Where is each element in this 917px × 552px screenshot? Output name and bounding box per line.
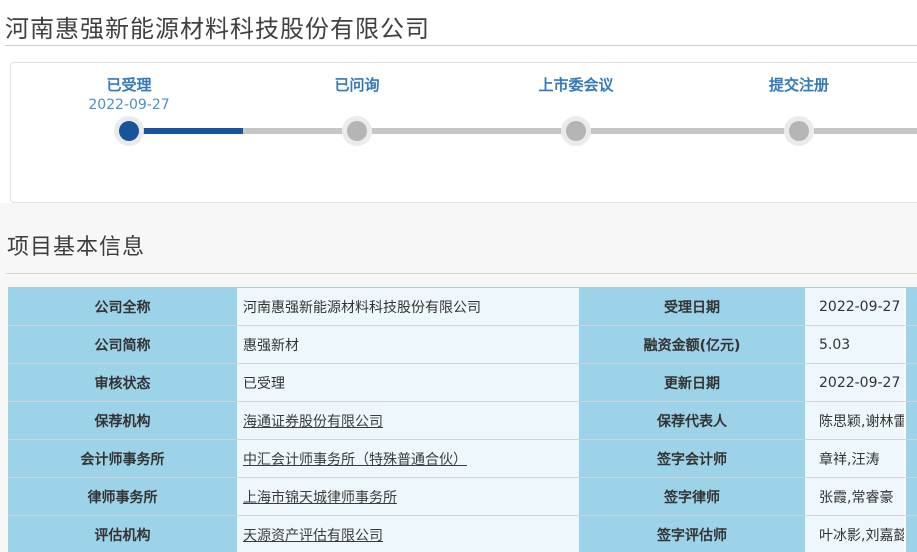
row-label-2-text: 受理日期 — [664, 297, 720, 317]
row-value-2: 2022-09-27 — [805, 364, 904, 401]
org-link[interactable]: 天源资产评估有限公司 — [243, 525, 383, 545]
row-label-2-text: 更新日期 — [664, 373, 720, 393]
cell-strip — [906, 440, 917, 477]
table-row: 评估机构 天源资产评估有限公司 签字评估师 叶冰影,刘嘉懿 — [8, 516, 917, 552]
timeline-stage: 已问询 — [277, 75, 437, 95]
row-label-2: 保荐代表人 — [579, 402, 805, 439]
row-label: 公司全称 — [8, 288, 237, 325]
section-divider — [6, 273, 917, 274]
row-value: 已受理 — [237, 364, 579, 401]
row-label-text: 公司简称 — [95, 335, 151, 355]
stage-dot — [119, 121, 139, 141]
org-link[interactable]: 上海市锦天城律师事务所 — [243, 487, 397, 507]
row-label-2-text: 融资金额(亿元) — [644, 335, 741, 355]
table-row: 公司全称 河南惠强新能源材料科技股份有限公司 受理日期 2022-09-27 — [8, 288, 917, 326]
row-label: 公司简称 — [8, 326, 237, 363]
row-value: 天源资产评估有限公司 — [237, 516, 579, 552]
timeline-stage: 上市委会议 — [496, 75, 656, 95]
cell-strip — [906, 402, 917, 439]
row-value-2: 张霞,常睿豪 — [805, 478, 904, 515]
stage-dot — [347, 121, 367, 141]
row-value-2: 5.03 — [805, 326, 904, 363]
row-value-2: 2022-09-27 — [805, 288, 904, 325]
row-label: 评估机构 — [8, 516, 237, 552]
row-value-text: 惠强新材 — [243, 335, 299, 355]
row-label-2: 签字会计师 — [579, 440, 805, 477]
row-value: 河南惠强新能源材料科技股份有限公司 — [237, 288, 579, 325]
timeline-track-active — [129, 128, 243, 134]
table-row: 会计师事务所 中汇会计师事务所（特殊普通合伙） 签字会计师 章祥,汪涛 — [8, 440, 917, 478]
row-label: 律师事务所 — [8, 478, 237, 515]
row-label-text: 评估机构 — [95, 525, 151, 545]
row-value-2-text: 5.03 — [819, 337, 850, 353]
row-label-text: 公司全称 — [95, 297, 151, 317]
row-label-2: 签字评估师 — [579, 516, 805, 552]
row-value: 中汇会计师事务所（特殊普通合伙） — [237, 440, 579, 477]
row-label: 审核状态 — [8, 364, 237, 401]
cell-strip — [906, 326, 917, 363]
row-label-2-text: 签字律师 — [664, 487, 720, 507]
row-label-2-text: 签字会计师 — [657, 449, 727, 469]
row-value-2-text: 陈思颖,谢林雷 — [819, 411, 907, 431]
row-value-2-text: 叶冰影,刘嘉懿 — [819, 525, 907, 545]
row-value-2-text: 2022-09-27 — [819, 299, 900, 315]
row-value-text: 河南惠强新能源材料科技股份有限公司 — [243, 297, 481, 317]
org-link[interactable]: 海通证券股份有限公司 — [243, 411, 383, 431]
row-label-2: 更新日期 — [579, 364, 805, 401]
row-value-2: 章祥,汪涛 — [805, 440, 904, 477]
table-row: 律师事务所 上海市锦天城律师事务所 签字律师 张霞,常睿豪 — [8, 478, 917, 516]
row-label-text: 会计师事务所 — [81, 449, 165, 469]
row-label-text: 保荐机构 — [95, 411, 151, 431]
row-value: 海通证券股份有限公司 — [237, 402, 579, 439]
row-label-2: 签字律师 — [579, 478, 805, 515]
row-label-2: 受理日期 — [579, 288, 805, 325]
stage-dot — [789, 121, 809, 141]
table-row: 审核状态 已受理 更新日期 2022-09-27 — [8, 364, 917, 402]
stage-label: 上市委会议 — [496, 75, 656, 95]
page-title: 河南惠强新能源材料科技股份有限公司 — [5, 9, 430, 44]
cell-strip — [906, 516, 917, 552]
stage-dot — [566, 121, 586, 141]
cell-strip — [906, 288, 917, 325]
title-divider — [5, 45, 917, 46]
row-label-2-text: 保荐代表人 — [657, 411, 727, 431]
row-label: 保荐机构 — [8, 402, 237, 439]
row-value-2-text: 张霞,常睿豪 — [819, 487, 893, 507]
stage-label: 已问询 — [277, 75, 437, 95]
org-link[interactable]: 中汇会计师事务所（特殊普通合伙） — [243, 449, 467, 469]
timeline-stage: 已受理2022-09-27 — [49, 75, 209, 115]
row-value-text: 已受理 — [243, 373, 285, 393]
section-title: 项目基本信息 — [7, 229, 145, 261]
row-value-2-text: 章祥,汪涛 — [819, 449, 879, 469]
row-label-2-text: 签字评估师 — [657, 525, 727, 545]
row-value-2-text: 2022-09-27 — [819, 375, 900, 391]
cell-strip — [906, 478, 917, 515]
row-value-2: 叶冰影,刘嘉懿 — [805, 516, 904, 552]
row-label-text: 律师事务所 — [88, 487, 158, 507]
stage-label: 已受理 — [49, 75, 209, 95]
row-label: 会计师事务所 — [8, 440, 237, 477]
row-value: 上海市锦天城律师事务所 — [237, 478, 579, 515]
table-row: 公司简称 惠强新材 融资金额(亿元) 5.03 — [8, 326, 917, 364]
row-value-2: 陈思颖,谢林雷 — [805, 402, 904, 439]
stage-date: 2022-09-27 — [49, 96, 209, 115]
row-value: 惠强新材 — [237, 326, 579, 363]
timeline-stage: 提交注册 — [719, 75, 879, 95]
project-info-section: 项目基本信息 公司全称 河南惠强新能源材料科技股份有限公司 受理日期 2022-09-… — [0, 203, 917, 552]
row-label-2: 融资金额(亿元) — [579, 326, 805, 363]
stage-label: 提交注册 — [719, 75, 879, 95]
info-table: 公司全称 河南惠强新能源材料科技股份有限公司 受理日期 2022-09-27 公司简称 惠… — [8, 287, 917, 552]
table-row: 保荐机构 海通证券股份有限公司 保荐代表人 陈思颖,谢林雷 — [8, 402, 917, 440]
cell-strip — [906, 364, 917, 401]
row-label-text: 审核状态 — [95, 373, 151, 393]
review-progress-panel: 已受理2022-09-27 已问询 上市委会议 提交注册 — [10, 62, 917, 203]
